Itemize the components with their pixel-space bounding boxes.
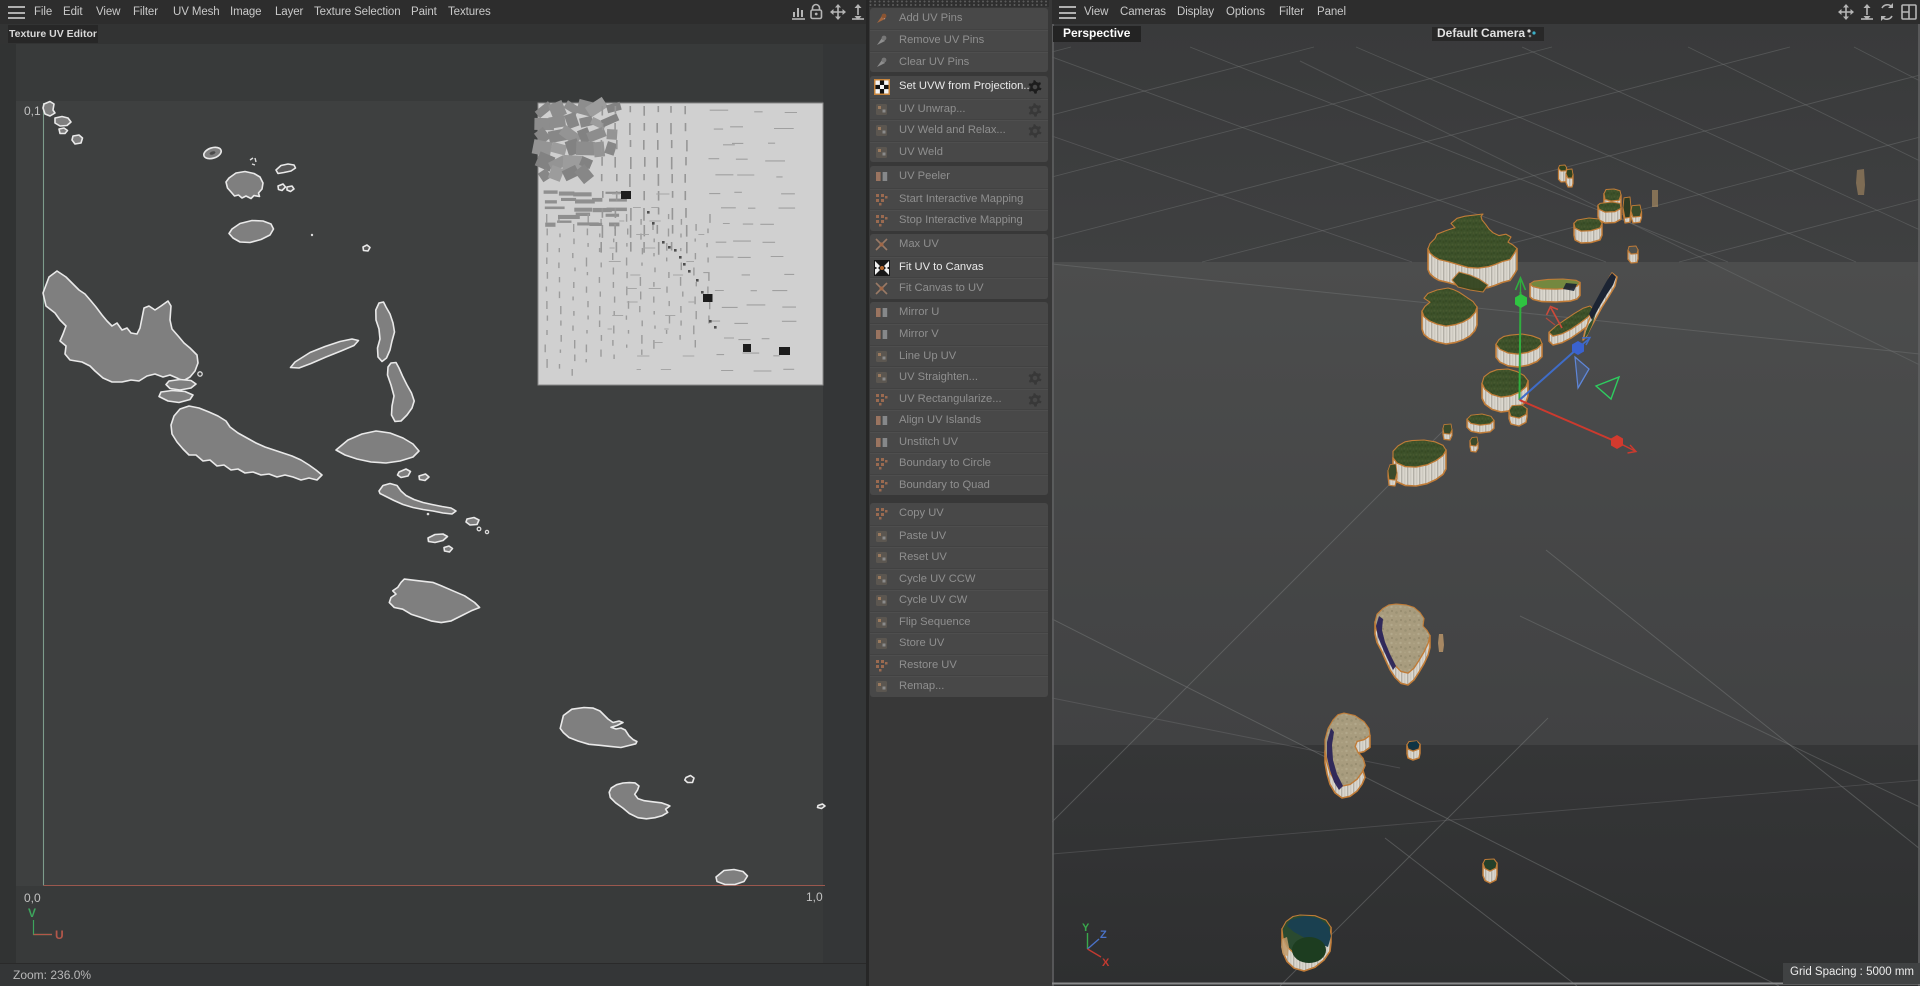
svg-text:0,1: 0,1: [24, 104, 41, 118]
svg-text:0,0: 0,0: [24, 891, 41, 905]
svg-text:1,0: 1,0: [806, 890, 823, 904]
svg-text:X: X: [1102, 957, 1110, 969]
svg-text:Z: Z: [1100, 929, 1107, 941]
svg-text:V: V: [28, 906, 36, 920]
svg-text:U: U: [55, 928, 64, 942]
svg-text:Y: Y: [1082, 922, 1090, 934]
